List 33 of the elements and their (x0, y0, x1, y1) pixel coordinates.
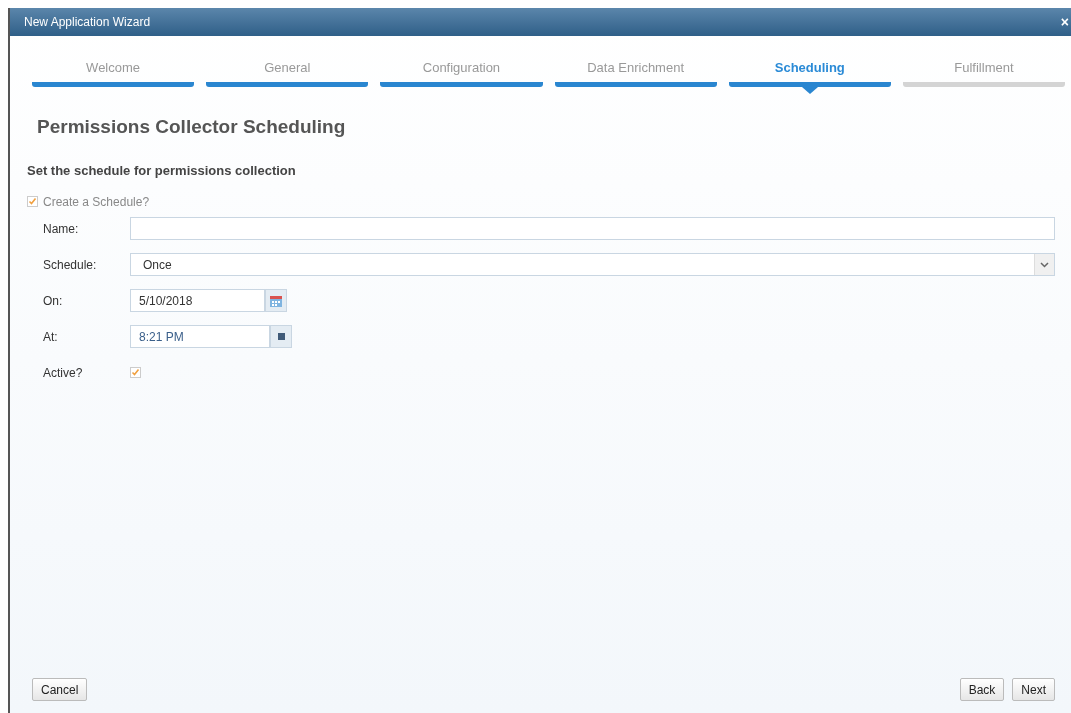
field-label: At: (43, 328, 59, 346)
current-step-pointer-icon (801, 86, 818, 94)
schedule-dropdown[interactable]: Once (130, 253, 1055, 276)
checkbox-label: Create a Schedule? (43, 193, 150, 211)
close-button[interactable]: × (1060, 15, 1069, 29)
name-field[interactable] (130, 217, 1055, 240)
section-subheading: Set the schedule for permissions collection (27, 162, 297, 180)
calendar-icon (269, 293, 283, 308)
page-heading: Permissions Collector Scheduling (37, 114, 347, 139)
square-icon (277, 333, 285, 340)
wizard-step-tab[interactable]: Configuration (380, 58, 543, 87)
calendar-button[interactable] (265, 289, 287, 312)
checkbox[interactable] (27, 196, 38, 207)
wizard-step-tab[interactable]: Fulfillment (902, 58, 1066, 87)
time-field[interactable]: 8:21 PM (130, 325, 270, 348)
field-label: On: (43, 292, 64, 310)
wizard-step-tab[interactable]: Data Enrichment (554, 58, 717, 87)
wizard-button[interactable]: Cancel (32, 678, 88, 701)
wizard-step-tab[interactable]: Scheduling (728, 58, 891, 87)
checkbox[interactable] (130, 367, 141, 378)
chevron-down-icon (1040, 261, 1049, 268)
time-picker-button[interactable] (270, 325, 292, 348)
wizard-button[interactable]: Next (1012, 678, 1055, 701)
field-label: Schedule: (43, 256, 98, 274)
wizard-step-tab[interactable]: General (206, 58, 369, 87)
wizard-step-tab[interactable]: Welcome (32, 58, 195, 87)
date-field[interactable]: 5/10/2018 (130, 289, 265, 312)
check-icon (131, 368, 140, 377)
field-label: Name: (43, 220, 80, 238)
field-label: Active? (43, 364, 84, 382)
window-title: New Application Wizard (24, 14, 151, 31)
check-icon (28, 197, 37, 206)
wizard-button[interactable]: Back (959, 678, 1005, 701)
